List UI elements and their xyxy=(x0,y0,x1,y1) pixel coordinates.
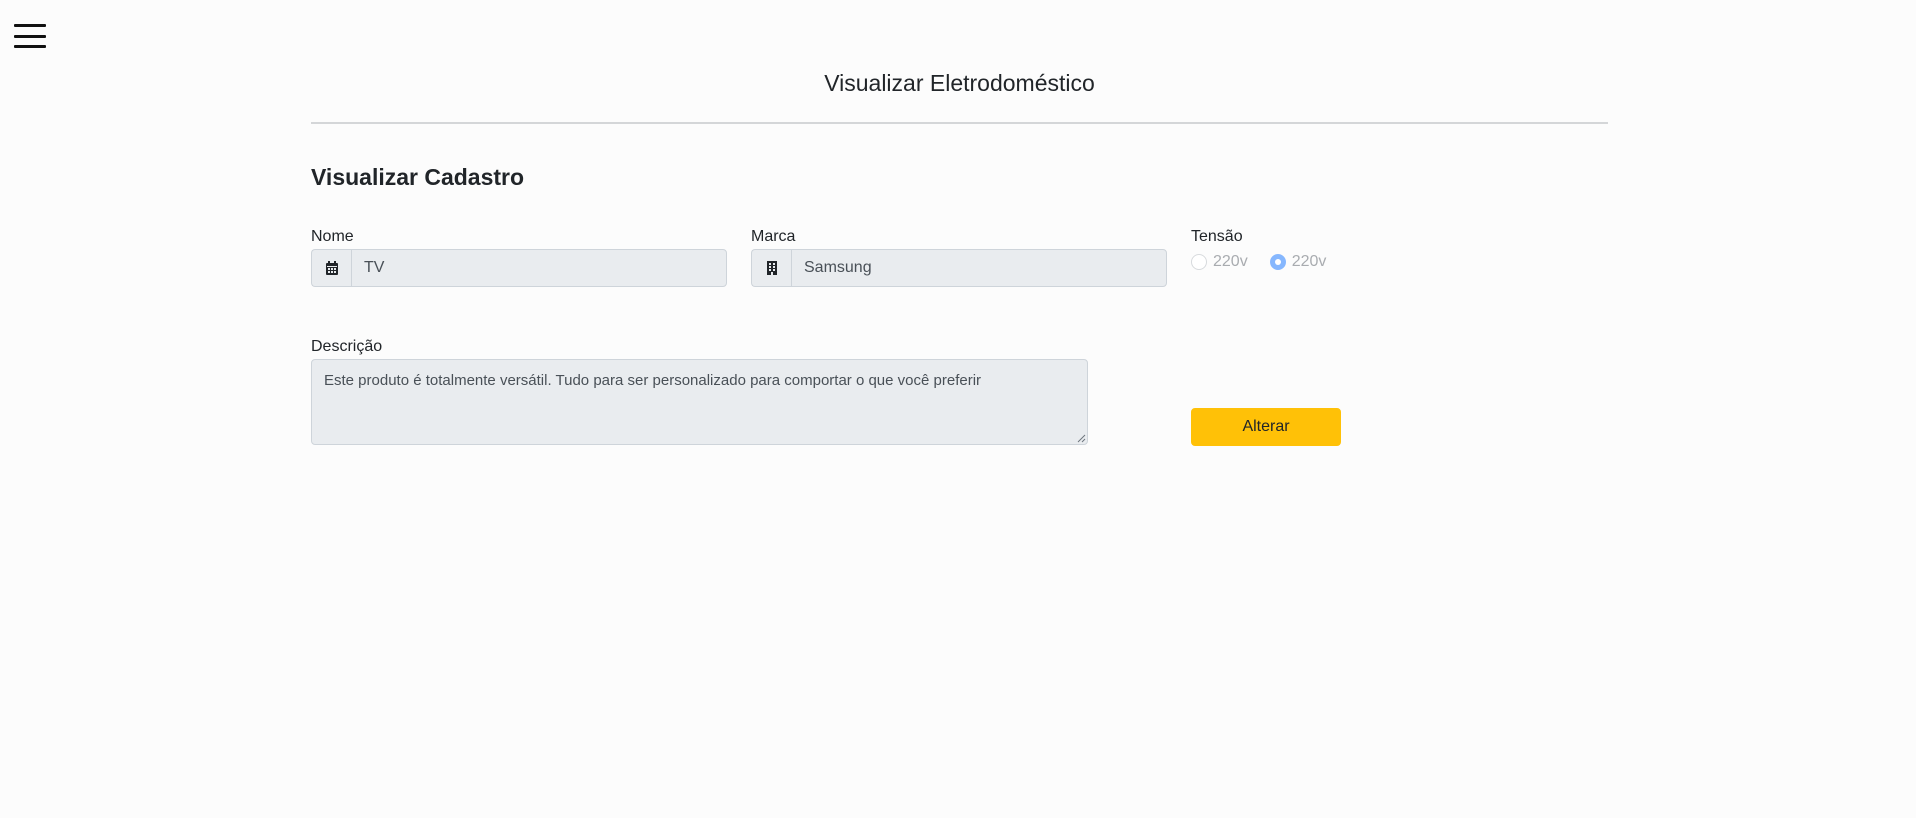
alterar-button[interactable]: Alterar xyxy=(1191,408,1341,446)
tensao-radio-2[interactable] xyxy=(1269,254,1286,270)
menu-bar-middle xyxy=(14,34,46,38)
marca-label: Marca xyxy=(751,228,796,245)
hamburger-menu-icon[interactable] xyxy=(14,24,46,48)
nome-field[interactable]: TV xyxy=(351,249,727,287)
tensao-label: Tensão xyxy=(1191,228,1243,245)
tensao-radio-1-label: 220v xyxy=(1213,253,1248,270)
tensao-radio-2-label: 220v xyxy=(1291,253,1327,270)
menu-bar-top xyxy=(14,24,46,27)
tensao-radio-group: 220v 220v xyxy=(1191,253,1348,271)
header-divider xyxy=(311,122,1608,124)
descricao-text: Este produto é totalmente versátil. Tudo… xyxy=(324,372,982,389)
page-title: Visualizar Eletrodoméstico xyxy=(824,70,1095,96)
marca-input-group: Samsung xyxy=(751,249,1167,287)
resize-grip-icon[interactable] xyxy=(1076,433,1086,443)
marca-field[interactable]: Samsung xyxy=(791,249,1167,287)
building-icon xyxy=(751,249,791,287)
descricao-textarea[interactable]: Este produto é totalmente versátil. Tudo… xyxy=(311,359,1088,445)
nome-label: Nome xyxy=(311,228,354,245)
nome-input-group: TV xyxy=(311,249,727,287)
calendar-icon xyxy=(311,249,351,287)
menu-bar-bottom xyxy=(14,45,46,48)
tensao-radio-1[interactable] xyxy=(1191,254,1207,270)
section-title: Visualizar Cadastro xyxy=(311,164,525,190)
descricao-label: Descrição xyxy=(311,338,383,355)
